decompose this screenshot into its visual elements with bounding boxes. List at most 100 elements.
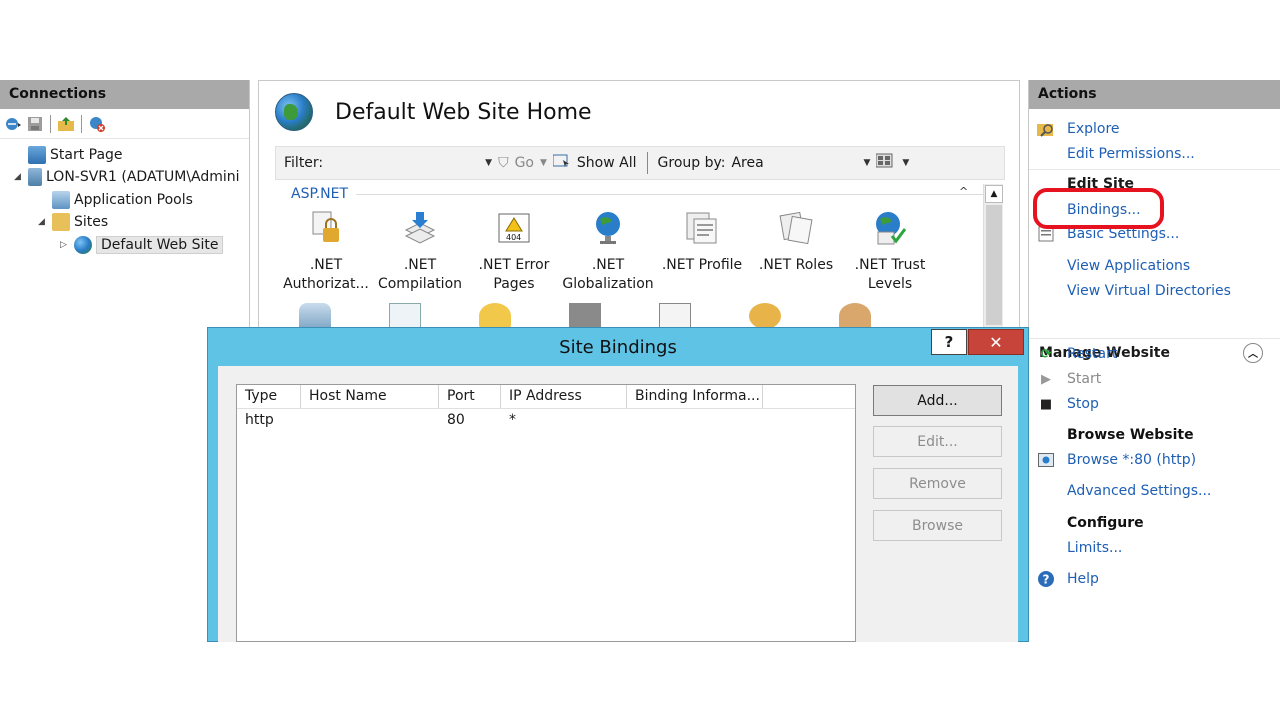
collapse-arrow-icon[interactable]: ◢ — [38, 217, 48, 227]
dotnet-profile-icon — [684, 210, 720, 246]
filter-separator — [646, 152, 648, 174]
dialog-body: Type Host Name Port IP Address Binding I… — [218, 366, 1018, 642]
remove-binding-button[interactable]: Remove — [873, 468, 1002, 499]
column-host-name[interactable]: Host Name — [301, 385, 439, 408]
view-mode-dropdown-icon[interactable]: ▼ — [902, 158, 909, 168]
feature-dotnet-authorization[interactable]: .NET Authorizat... — [279, 210, 373, 294]
explore-link[interactable]: Explore — [1067, 121, 1120, 137]
table-row[interactable]: http 80 * — [237, 409, 855, 433]
help-link[interactable]: Help — [1067, 571, 1099, 587]
tree-item-label: Sites — [74, 214, 109, 230]
sites-folder-icon — [52, 213, 70, 231]
feature-dotnet-profile[interactable]: .NET Profile — [655, 210, 749, 294]
dialog-help-button[interactable]: ? — [931, 329, 967, 355]
column-ip-address[interactable]: IP Address — [501, 385, 627, 408]
edit-permissions-link[interactable]: Edit Permissions... — [1067, 146, 1195, 162]
browse-binding-button[interactable]: Browse — [873, 510, 1002, 541]
action-start[interactable]: ▶ Start — [1029, 367, 1280, 391]
start-link[interactable]: Start — [1067, 371, 1101, 387]
filter-input[interactable] — [329, 152, 480, 174]
group-by-select[interactable]: Area — [731, 155, 857, 171]
action-browse-80[interactable]: Browse *:80 (http) — [1029, 448, 1280, 472]
svg-text:404: 404 — [506, 233, 521, 242]
connection-strings-icon — [479, 303, 511, 329]
feature-label: .NET Trust Levels — [854, 257, 926, 292]
feature-label: .NET Profile — [661, 257, 743, 273]
view-applications-link[interactable]: View Applications — [1067, 258, 1190, 274]
action-explore[interactable]: Explore — [1029, 117, 1280, 141]
limits-link[interactable]: Limits... — [1067, 540, 1122, 556]
section-collapse-icon[interactable]: ^ — [959, 185, 968, 198]
stop-link[interactable]: Stop — [1067, 396, 1099, 412]
show-all-button[interactable]: Show All — [577, 155, 637, 171]
tree-item-start-page[interactable]: Start Page — [28, 144, 123, 166]
filter-dropdown-icon[interactable]: ▼ — [485, 158, 492, 168]
restart-link[interactable]: Restart — [1067, 346, 1117, 362]
edit-binding-button[interactable]: Edit... — [873, 426, 1002, 457]
stop-square-icon: ■ — [1039, 396, 1053, 412]
app-pools-icon — [52, 191, 70, 209]
providers-icon — [749, 303, 781, 329]
action-edit-permissions[interactable]: Edit Permissions... — [1029, 142, 1280, 166]
browse-window-icon — [1037, 451, 1055, 469]
action-stop[interactable]: ■ Stop — [1029, 392, 1280, 416]
scroll-thumb[interactable] — [985, 205, 1002, 325]
feature-label: .NET Globalization — [562, 257, 654, 292]
machine-key-icon — [569, 303, 601, 329]
feature-dotnet-trust-levels[interactable]: .NET Trust Levels — [843, 210, 937, 294]
feature-label: .NET Roles — [758, 257, 834, 273]
up-level-icon[interactable] — [57, 115, 75, 133]
tree-item-sites[interactable]: ◢ Sites — [38, 211, 108, 233]
action-restart[interactable]: ⟳ Restart — [1029, 342, 1280, 366]
cell-ip-address: * — [509, 412, 516, 428]
column-binding-information[interactable]: Binding Informa... — [627, 385, 763, 408]
add-binding-button[interactable]: Add... — [873, 385, 1002, 416]
advanced-settings-link[interactable]: Advanced Settings... — [1067, 483, 1211, 499]
expand-arrow-icon[interactable]: ▷ — [60, 240, 70, 250]
dotnet-trust-levels-icon — [872, 210, 908, 246]
funnel-icon: ⛉ — [498, 155, 509, 171]
restart-icon: ⟳ — [1040, 346, 1052, 362]
show-all-icon — [552, 154, 571, 172]
dotnet-compilation-icon — [402, 210, 438, 246]
actions-pane: Actions Explore Edit Permissions... Edit… — [1028, 80, 1280, 642]
browse-80-link[interactable]: Browse *:80 (http) — [1067, 452, 1196, 468]
go-dropdown-icon[interactable]: ▼ — [540, 158, 547, 168]
globe-icon — [74, 236, 92, 254]
tree-item-server[interactable]: ◢ LON-SVR1 (ADATUM\Admini — [14, 166, 240, 188]
action-help[interactable]: ? Help — [1029, 567, 1280, 591]
feature-dotnet-roles[interactable]: .NET Roles — [749, 210, 843, 294]
view-mode-icon[interactable] — [875, 153, 896, 173]
section-divider — [356, 193, 987, 195]
dotnet-authorization-icon — [308, 210, 344, 246]
action-view-virtual-directories[interactable]: View Virtual Directories — [1029, 279, 1280, 303]
group-by-dropdown-icon[interactable]: ▼ — [863, 158, 870, 168]
cell-binding-information — [627, 409, 763, 433]
action-limits[interactable]: Limits... — [1029, 536, 1280, 560]
tree-item-default-web-site[interactable]: ▷ Default Web Site — [60, 234, 224, 256]
toolbar-separator — [50, 114, 51, 133]
disconnect-icon[interactable] — [88, 115, 106, 133]
view-virtual-directories-link[interactable]: View Virtual Directories — [1067, 283, 1231, 299]
tree-item-application-pools[interactable]: Application Pools — [52, 189, 193, 211]
connect-icon[interactable] — [4, 115, 22, 133]
tree-item-label: Application Pools — [74, 192, 193, 208]
scroll-up-arrow-icon[interactable]: ▲ — [985, 185, 1003, 203]
feature-dotnet-compilation[interactable]: .NET Compilation — [373, 210, 467, 294]
column-type[interactable]: Type — [237, 385, 301, 408]
filter-bar: Filter: ▼ ⛉ Go ▼ Show All Group by: Area… — [275, 146, 1005, 180]
dialog-close-button[interactable]: ✕ — [968, 329, 1024, 355]
feature-dotnet-globalization[interactable]: .NET Globalization — [561, 210, 655, 294]
collapse-arrow-icon[interactable]: ◢ — [14, 172, 24, 182]
feature-dotnet-error-pages[interactable]: 404 .NET Error Pages — [467, 210, 561, 294]
actions-header: Actions — [1029, 80, 1280, 109]
tree-item-label: Default Web Site — [96, 236, 224, 254]
action-view-applications[interactable]: View Applications — [1029, 254, 1280, 278]
bindings-list[interactable]: Type Host Name Port IP Address Binding I… — [236, 384, 856, 642]
go-button[interactable]: Go — [515, 155, 534, 171]
action-advanced-settings[interactable]: Advanced Settings... — [1029, 479, 1280, 503]
connections-tree: Start Page ◢ LON-SVR1 (ADATUM\Admini App… — [0, 139, 249, 254]
save-icon[interactable] — [26, 115, 44, 133]
column-port[interactable]: Port — [439, 385, 501, 408]
dotnet-roles-icon — [778, 210, 814, 246]
